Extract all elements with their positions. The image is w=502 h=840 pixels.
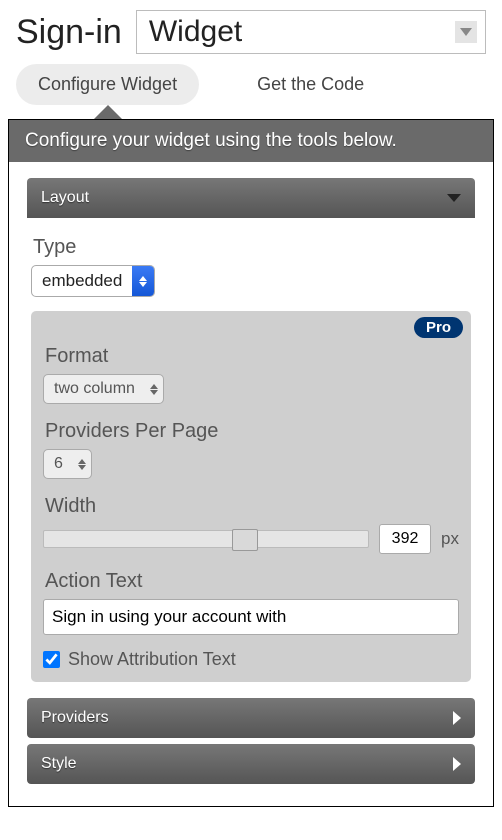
- tab-configure-widget[interactable]: Configure Widget: [16, 64, 199, 105]
- accordion-providers-title: Providers: [41, 709, 109, 727]
- widget-type-value: Widget: [149, 15, 242, 49]
- action-text-label: Action Text: [45, 570, 459, 593]
- ppp-select[interactable]: 6: [43, 449, 92, 479]
- attribution-label: Show Attribution Text: [68, 649, 236, 670]
- ppp-label: Providers Per Page: [45, 420, 459, 443]
- accordion-style-header[interactable]: Style: [27, 744, 475, 784]
- accordion-style-title: Style: [41, 755, 77, 773]
- action-text-input[interactable]: [43, 599, 459, 635]
- widget-type-dropdown[interactable]: Widget: [136, 10, 486, 54]
- accordion-layout-content: Type embedded Pro Format two column Prov…: [27, 218, 475, 688]
- attribution-checkbox[interactable]: [43, 651, 60, 668]
- stepper-icon: [73, 459, 91, 470]
- format-value: two column: [44, 380, 145, 398]
- accordion-providers-header[interactable]: Providers: [27, 698, 475, 738]
- slider-thumb[interactable]: [232, 529, 258, 551]
- stepper-icon: [145, 384, 163, 395]
- chevron-down-icon: [455, 21, 477, 43]
- pro-settings-group: Pro Format two column Providers Per Page…: [31, 311, 471, 682]
- stepper-icon: [132, 266, 154, 296]
- type-label: Type: [33, 236, 471, 259]
- format-select[interactable]: two column: [43, 374, 164, 404]
- ppp-value: 6: [44, 455, 73, 473]
- panel-instruction: Configure your widget using the tools be…: [9, 120, 493, 162]
- pro-badge: Pro: [414, 317, 463, 338]
- chevron-right-icon: [453, 711, 461, 725]
- tab-get-the-code[interactable]: Get the Code: [235, 64, 386, 105]
- chevron-down-icon: [447, 194, 461, 202]
- chevron-right-icon: [453, 757, 461, 771]
- width-unit: px: [441, 529, 459, 549]
- accordion-layout-header[interactable]: Layout: [27, 178, 475, 218]
- width-slider[interactable]: [43, 530, 369, 548]
- type-select[interactable]: embedded: [31, 265, 155, 297]
- width-label: Width: [45, 495, 459, 518]
- width-input[interactable]: [379, 524, 431, 554]
- accordion-layout-title: Layout: [41, 189, 89, 207]
- type-value: embedded: [32, 271, 132, 291]
- attribution-row[interactable]: Show Attribution Text: [43, 649, 459, 670]
- page-title: Sign-in: [16, 13, 122, 52]
- format-label: Format: [45, 345, 459, 368]
